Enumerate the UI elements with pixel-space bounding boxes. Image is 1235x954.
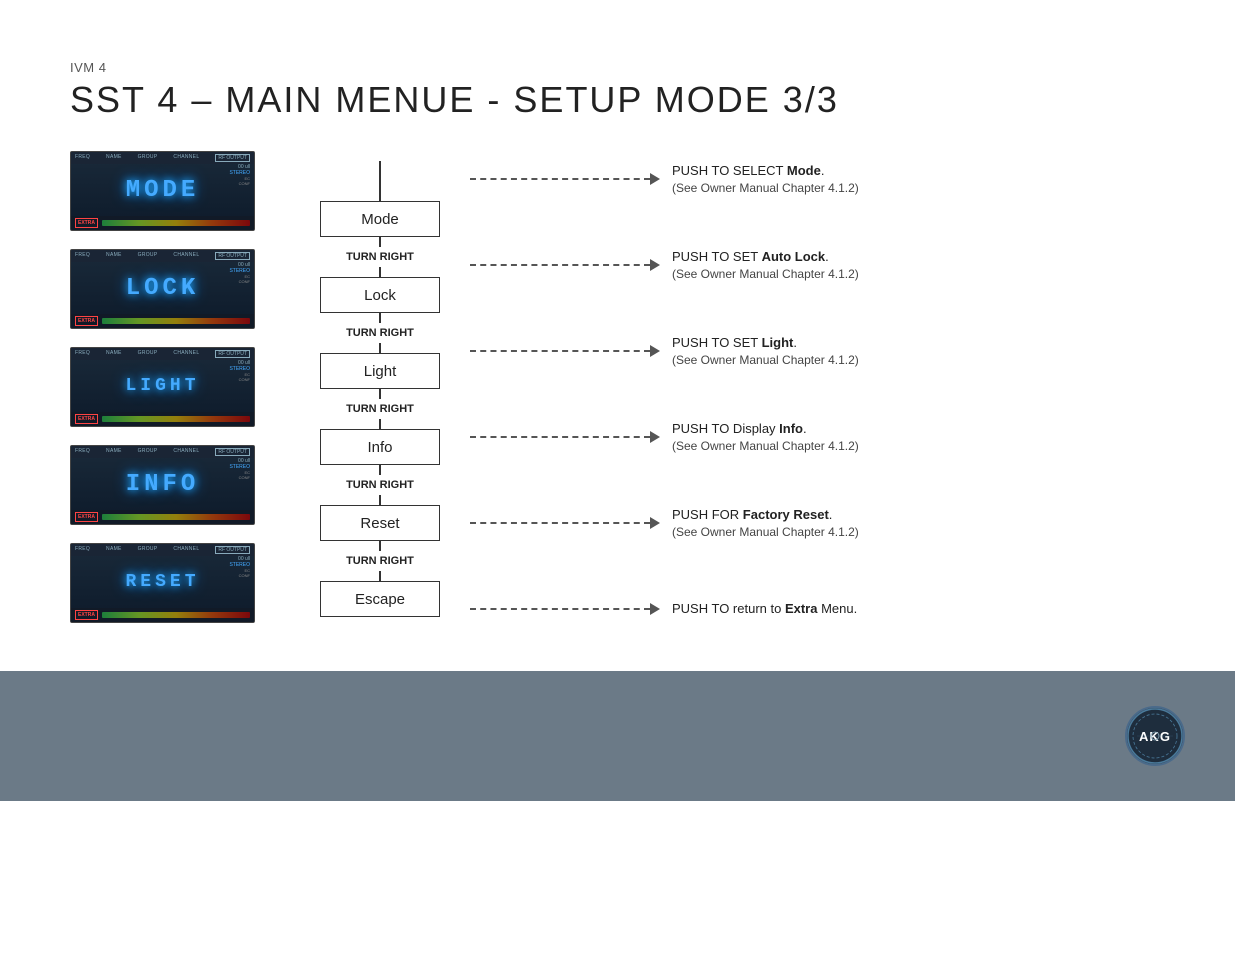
turn-right-label-4: TURN RIGHT bbox=[346, 551, 414, 571]
flow-box-mode: Mode bbox=[320, 201, 440, 237]
arrow-row-info: PUSH TO Display Info. (See Owner Manual … bbox=[470, 419, 1070, 455]
between-flow-0: TURN RIGHT bbox=[346, 237, 414, 277]
flow-box-info: Info bbox=[320, 429, 440, 465]
dashed-line-2 bbox=[470, 350, 650, 352]
flow-box-light: Light bbox=[320, 353, 440, 389]
footer-bar: AKG bbox=[0, 671, 1235, 801]
arrow-row-light: PUSH TO SET Light. (See Owner Manual Cha… bbox=[470, 333, 1070, 369]
screens-column: FREQ NAME GROUP CHANNEL RF OUTPUT 00 ull… bbox=[70, 151, 270, 641]
arrow-head-2 bbox=[650, 345, 660, 357]
arrow-row-reset: PUSH FOR Factory Reset. (See Owner Manua… bbox=[470, 505, 1070, 541]
arrow-text-5: PUSH TO return to Extra Menu. bbox=[672, 600, 857, 618]
arrow-spacer-3 bbox=[470, 455, 1070, 505]
main-content: IVM 4 SST 4 – MAIN MENUE - SETUP MODE 3/… bbox=[0, 0, 1235, 641]
arrow-head-1 bbox=[650, 259, 660, 271]
page-title: SST 4 – MAIN MENUE - SETUP MODE 3/3 bbox=[70, 79, 1165, 121]
arrow-row-lock: PUSH TO SET Auto Lock. (See Owner Manual… bbox=[470, 247, 1070, 283]
flow-box-lock: Lock bbox=[320, 277, 440, 313]
turn-right-label-0: TURN RIGHT bbox=[346, 247, 414, 267]
line-top-0 bbox=[379, 237, 381, 247]
line-bottom-1 bbox=[379, 343, 381, 353]
line-top-4 bbox=[379, 541, 381, 551]
arrow-head-0 bbox=[650, 173, 660, 185]
line-top-1 bbox=[379, 313, 381, 323]
arrow-text-4: PUSH FOR Factory Reset. (See Owner Manua… bbox=[672, 506, 859, 541]
device-screen-0: FREQ NAME GROUP CHANNEL RF OUTPUT 00 ull… bbox=[70, 151, 270, 231]
device-screen-1: FREQ NAME GROUP CHANNEL RF OUTPUT 00 ull… bbox=[70, 249, 270, 329]
arrow-row-escape: PUSH TO return to Extra Menu. bbox=[470, 591, 1070, 627]
akg-logo: AKG bbox=[1125, 706, 1185, 766]
dashed-line-4 bbox=[470, 522, 650, 524]
dashed-line-3 bbox=[470, 436, 650, 438]
arrow-text-1: PUSH TO SET Auto Lock. (See Owner Manual… bbox=[672, 248, 859, 283]
diagram-area: FREQ NAME GROUP CHANNEL RF OUTPUT 00 ull… bbox=[70, 151, 1165, 641]
arrow-spacer-1 bbox=[470, 283, 1070, 333]
flow-column: Mode TURN RIGHT Lock TURN RIGHT Light TU… bbox=[300, 151, 460, 617]
turn-right-label-1: TURN RIGHT bbox=[346, 323, 414, 343]
arrow-row-mode: PUSH TO SELECT Mode. (See Owner Manual C… bbox=[470, 161, 1070, 197]
line-top-2 bbox=[379, 389, 381, 399]
between-flow-1: TURN RIGHT bbox=[346, 313, 414, 353]
between-flow-3: TURN RIGHT bbox=[346, 465, 414, 505]
top-entry-arrow bbox=[379, 161, 381, 201]
device-screen-2: FREQ NAME GROUP CHANNEL RF OUTPUT 00 ull… bbox=[70, 347, 270, 427]
turn-right-label-2: TURN RIGHT bbox=[346, 399, 414, 419]
dashed-line-0 bbox=[470, 178, 650, 180]
arrow-spacer-0 bbox=[470, 197, 1070, 247]
arrow-head-4 bbox=[650, 517, 660, 529]
arrow-text-0: PUSH TO SELECT Mode. (See Owner Manual C… bbox=[672, 162, 859, 197]
arrows-column: PUSH TO SELECT Mode. (See Owner Manual C… bbox=[470, 151, 1070, 627]
between-flow-2: TURN RIGHT bbox=[346, 389, 414, 429]
line-bottom-3 bbox=[379, 495, 381, 505]
arrow-spacer-2 bbox=[470, 369, 1070, 419]
arrow-spacer-4 bbox=[470, 541, 1070, 591]
line-bottom-0 bbox=[379, 267, 381, 277]
arrow-head-5 bbox=[650, 603, 660, 615]
line-bottom-4 bbox=[379, 571, 381, 581]
dashed-line-1 bbox=[470, 264, 650, 266]
turn-right-label-3: TURN RIGHT bbox=[346, 475, 414, 495]
flow-box-reset: Reset bbox=[320, 505, 440, 541]
akg-logo-svg: AKG bbox=[1127, 708, 1183, 764]
dashed-line-5 bbox=[470, 608, 650, 610]
device-screen-3: FREQ NAME GROUP CHANNEL RF OUTPUT 00 ull… bbox=[70, 445, 270, 525]
arrow-text-2: PUSH TO SET Light. (See Owner Manual Cha… bbox=[672, 334, 859, 369]
svg-text:AKG: AKG bbox=[1139, 729, 1171, 744]
line-top-3 bbox=[379, 465, 381, 475]
line-bottom-2 bbox=[379, 419, 381, 429]
flow-box-escape: Escape bbox=[320, 581, 440, 617]
arrow-text-3: PUSH TO Display Info. (See Owner Manual … bbox=[672, 420, 859, 455]
between-flow-4: TURN RIGHT bbox=[346, 541, 414, 581]
subtitle: IVM 4 bbox=[70, 60, 1165, 75]
device-screen-4: FREQ NAME GROUP CHANNEL RF OUTPUT 00 ull… bbox=[70, 543, 270, 623]
arrow-head-3 bbox=[650, 431, 660, 443]
